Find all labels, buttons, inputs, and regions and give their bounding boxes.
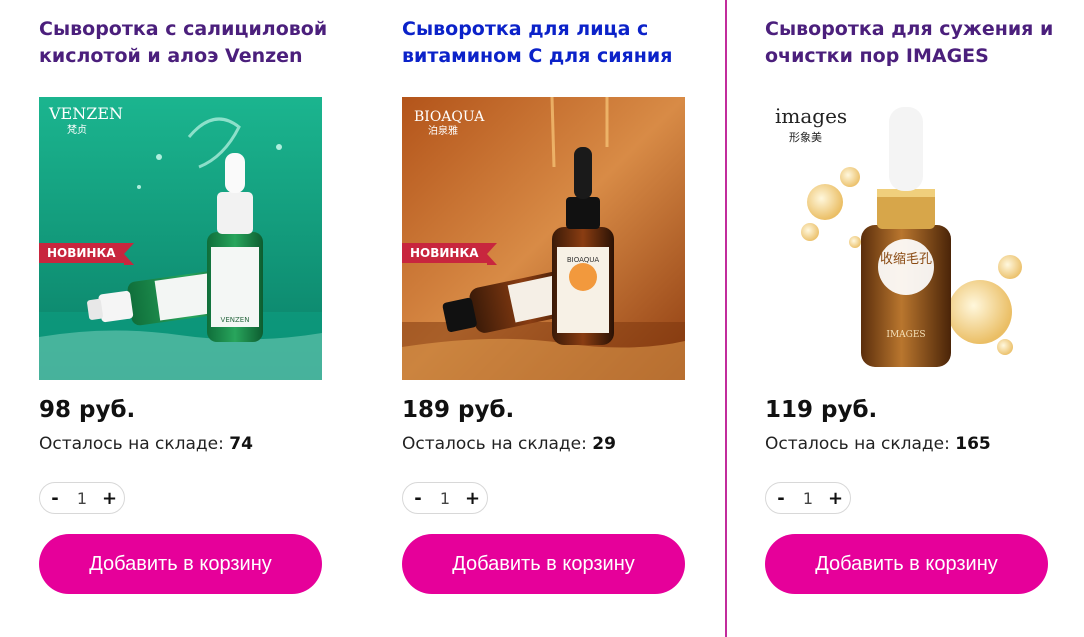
venzen-product-illustration: VENZEN VENZEN 梵贞 [39, 97, 322, 380]
stock-count: 29 [592, 434, 616, 454]
stock-label: Осталось на складе: [765, 434, 950, 454]
stock-info: Осталось на складе: 165 [765, 434, 991, 454]
product-title[interactable]: Сыворотка для лица с витамином С для сия… [402, 16, 702, 70]
quantity-value[interactable]: 1 [803, 489, 813, 508]
stock-label: Осталось на складе: [402, 434, 587, 454]
quantity-stepper: - 1 + [39, 482, 125, 514]
product-price: 189 руб. [402, 397, 515, 423]
product-image[interactable]: 收缩毛孔 IMAGES images 形象美 [765, 97, 1048, 380]
column-divider [725, 0, 727, 637]
new-badge: НОВИНКА [39, 243, 134, 265]
svg-text:BIOAQUA: BIOAQUA [567, 256, 600, 264]
quantity-stepper: - 1 + [765, 482, 851, 514]
increment-button[interactable]: + [102, 488, 117, 509]
svg-text:VENZEN: VENZEN [221, 316, 250, 324]
product-image[interactable]: VENZEN VENZEN 梵贞 НОВИНКА [39, 97, 322, 380]
brand-logo-sub: 形象美 [789, 131, 822, 144]
brand-logo-sub: 梵贞 [67, 123, 87, 136]
add-to-cart-button[interactable]: Добавить в корзину [402, 534, 685, 594]
stock-count: 165 [955, 434, 991, 454]
stock-info: Осталось на складе: 74 [39, 434, 253, 454]
bioaqua-product-illustration: BIOAQUA BIOAQUA 泊泉雅 [402, 97, 685, 380]
bottle-text: 收缩毛孔 [880, 251, 932, 267]
product-title[interactable]: Сыворотка с салициловой кислотой и алоэ … [39, 16, 339, 70]
decrement-button[interactable]: - [774, 488, 788, 509]
quantity-stepper: - 1 + [402, 482, 488, 514]
images-product-illustration: 收缩毛孔 IMAGES images 形象美 [765, 97, 1048, 380]
decrement-button[interactable]: - [411, 488, 425, 509]
brand-logo-sub: 泊泉雅 [428, 124, 458, 137]
bottle-brand: IMAGES [886, 330, 925, 340]
product-image[interactable]: BIOAQUA BIOAQUA 泊泉雅 НОВИНКА [402, 97, 685, 380]
product-price: 119 руб. [765, 397, 878, 423]
quantity-value[interactable]: 1 [440, 489, 450, 508]
increment-button[interactable]: + [465, 488, 480, 509]
brand-logo: BIOAQUA [414, 109, 485, 125]
brand-logo: images [775, 104, 847, 128]
add-to-cart-button[interactable]: Добавить в корзину [39, 534, 322, 594]
stock-count: 74 [229, 434, 253, 454]
increment-button[interactable]: + [828, 488, 843, 509]
decrement-button[interactable]: - [48, 488, 62, 509]
brand-logo: VENZEN [48, 104, 123, 123]
quantity-value[interactable]: 1 [77, 489, 87, 508]
new-badge: НОВИНКА [402, 243, 497, 265]
product-title[interactable]: Сыворотка для сужения и очистки пор IMAG… [765, 16, 1065, 70]
product-price: 98 руб. [39, 397, 136, 423]
stock-info: Осталось на складе: 29 [402, 434, 616, 454]
add-to-cart-button[interactable]: Добавить в корзину [765, 534, 1048, 594]
stock-label: Осталось на складе: [39, 434, 224, 454]
